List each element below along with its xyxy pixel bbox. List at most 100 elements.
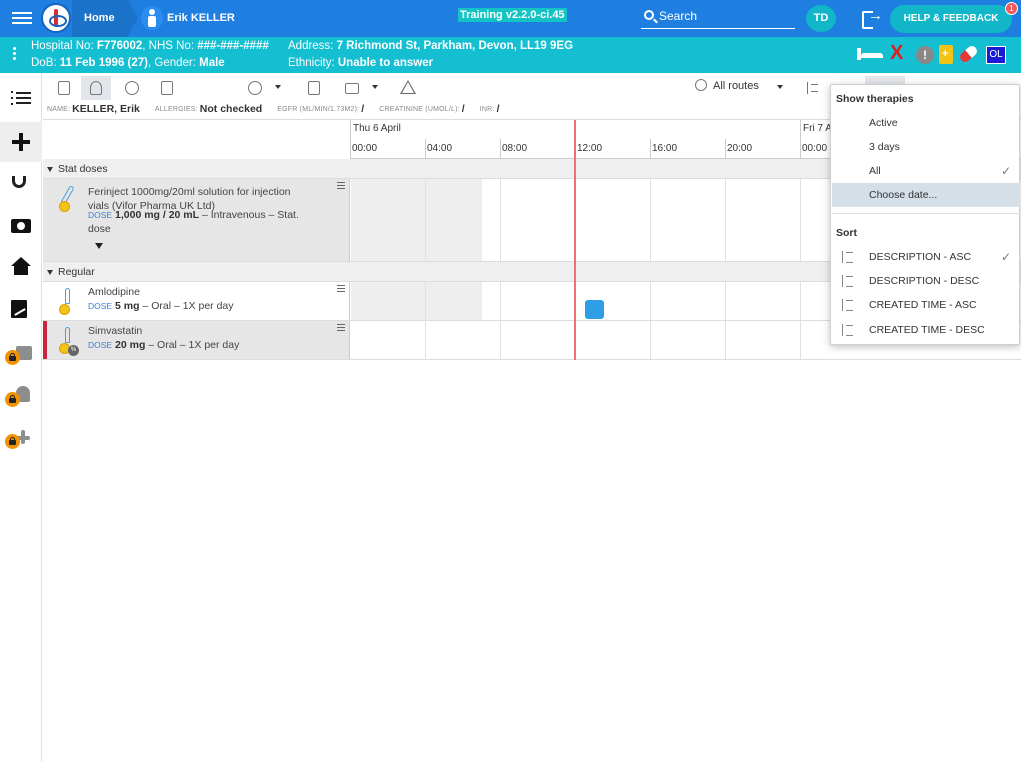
pill-icon[interactable]: [958, 44, 979, 64]
print-icon: [345, 83, 359, 94]
nav-item-sign[interactable]: [0, 290, 42, 330]
signature-icon: [11, 300, 27, 318]
nav-item-add[interactable]: [0, 122, 42, 162]
row-menu-icon[interactable]: [337, 182, 345, 190]
logout-icon[interactable]: [862, 7, 883, 29]
add-medication-caret-icon[interactable]: [275, 85, 281, 89]
search-icon: [644, 10, 654, 20]
nav-item-locked-mobility[interactable]: [0, 374, 42, 414]
address-value: 7 Richmond St, Parkham, Devon, LL19 9EG: [336, 40, 574, 52]
home-icon: [11, 257, 31, 275]
scheduled-administration[interactable]: [585, 300, 604, 319]
show-option-active[interactable]: Active: [832, 111, 1020, 135]
row-menu-icon[interactable]: [337, 324, 345, 332]
hour-divider: [425, 139, 426, 159]
section-regular-label: Regular: [58, 266, 95, 278]
gender-value: Male: [199, 57, 225, 69]
breadcrumb-patient[interactable]: Erik KELLER: [167, 0, 235, 37]
plus-icon: [11, 132, 31, 152]
medication-name: Simvastatin: [88, 325, 143, 337]
build-version-badge: Training v2.2.0-ci.45: [458, 8, 567, 22]
toolbar-add-order-button[interactable]: [299, 76, 329, 100]
add-medication-icon: [248, 81, 262, 95]
print-caret-icon[interactable]: [372, 85, 378, 89]
medication-info-cell[interactable]: % Simvastatin DOSE 20 mg – Oral – 1X per…: [43, 321, 350, 359]
timeline-gridline: [500, 282, 501, 320]
hospital-no-label: Hospital No:: [31, 40, 97, 52]
sort-option-created-desc[interactable]: CREATED TIME - DESC: [832, 318, 1020, 342]
show-option-choose-date[interactable]: Choose date...: [832, 183, 1020, 207]
toolbar-protocol-button[interactable]: [116, 76, 146, 100]
dose-details: – Oral – 1X per day: [139, 300, 234, 312]
vitals-egfr-label: EGFR (ML/MIN/1.73M2):: [277, 105, 360, 113]
add-order-icon: [308, 81, 320, 95]
chart-view-icon: [58, 81, 70, 95]
medication-info-cell[interactable]: Ferinject 1000mg/20ml solution for injec…: [43, 179, 350, 261]
sort-option-created-asc[interactable]: CREATED TIME - ASC: [832, 293, 1020, 317]
nav-item-locked-medical[interactable]: [0, 416, 42, 456]
injection-icon: [57, 185, 79, 212]
row-menu-icon[interactable]: [337, 285, 345, 293]
sort-option-description-asc[interactable]: DESCRIPTION - ASC ✓: [832, 245, 1020, 269]
help-feedback-button[interactable]: HELP & FEEDBACK: [890, 5, 1012, 33]
toolbar-print-button[interactable]: [336, 76, 366, 100]
ol-badge-icon[interactable]: OL: [986, 46, 1006, 64]
nav-item-camera[interactable]: [0, 206, 42, 246]
show-option-3-days[interactable]: 3 days: [832, 135, 1020, 159]
clipboard-plus-icon[interactable]: [939, 45, 953, 64]
show-option-all[interactable]: All ✓: [832, 159, 1020, 183]
timeline-gridline: [650, 321, 651, 359]
breadcrumb-home[interactable]: Home: [72, 0, 138, 37]
hour-label: 16:00: [652, 143, 678, 154]
dose-amount: 1,000 mg / 20 mL: [115, 209, 200, 221]
infusion-icon: [90, 81, 102, 95]
nav-item-home[interactable]: [0, 248, 42, 288]
top-bar: Home Erik KELLER Training v2.2.0-ci.45 S…: [0, 0, 1021, 37]
lock-icon: [5, 392, 20, 407]
expand-caret-icon[interactable]: [95, 243, 103, 249]
hour-divider: [500, 139, 501, 159]
toolbar-document-button[interactable]: [152, 76, 182, 100]
user-avatar[interactable]: TD: [806, 5, 836, 32]
sort-icon[interactable]: [807, 82, 818, 94]
medication-name: Amlodipine: [88, 286, 140, 298]
routes-filter-label: All routes: [713, 80, 759, 92]
day-label-thu: Thu 6 April: [353, 123, 401, 134]
dose-label: DOSE: [88, 210, 113, 220]
medical-plus-icon-vertical: [21, 430, 25, 444]
day-divider: [800, 120, 801, 159]
toolbar-infusion-view-button[interactable]: [81, 76, 111, 100]
day-label-fri: Fri 7 A: [803, 123, 832, 134]
timeline-gridline: [500, 179, 501, 261]
hospital-no-value: F776002: [96, 40, 143, 52]
dose-amount: 20 mg: [115, 339, 146, 351]
warning-icon[interactable]: [400, 80, 416, 94]
timeline-gridline: [725, 282, 726, 320]
banner-ethnicity-line: Ethnicity: Unable to answer: [288, 57, 433, 69]
patient-banner: Hospital No: F776002, NHS No: ###-###-##…: [0, 37, 1021, 73]
bed-icon[interactable]: [857, 48, 883, 60]
toolbar-add-medication-button[interactable]: [239, 76, 269, 100]
medication-info-cell[interactable]: Amlodipine DOSE 5 mg – Oral – 1X per day: [43, 282, 350, 320]
hour-label: 00:00: [802, 143, 828, 154]
sort-time-desc-icon: [840, 323, 854, 337]
sort-time-asc-icon: [840, 298, 854, 312]
alert-icon[interactable]: !: [916, 46, 934, 64]
vitals-name-label: NAME:: [47, 105, 71, 113]
toolbar-chart-view-button[interactable]: [49, 76, 79, 100]
nav-item-list[interactable]: [0, 79, 42, 119]
sort-option-description-desc[interactable]: DESCRIPTION - DESC: [832, 269, 1020, 293]
timeline-gridline: [650, 282, 651, 320]
routes-caret-icon[interactable]: [777, 85, 783, 89]
app-logo-icon[interactable]: [41, 3, 71, 33]
hamburger-menu-icon[interactable]: [12, 9, 32, 27]
search-input[interactable]: Search: [641, 4, 795, 29]
routes-filter-select[interactable]: All routes: [695, 79, 759, 92]
no-allergy-info-icon[interactable]: X: [890, 43, 903, 63]
banner-more-icon[interactable]: [13, 47, 16, 62]
dob-label: DoB:: [31, 57, 60, 69]
nav-item-clinical[interactable]: [0, 164, 42, 204]
nhs-no-label: , NHS No:: [142, 40, 198, 52]
medication-dose: DOSE 20 mg – Oral – 1X per day: [88, 338, 318, 352]
nav-item-locked-clipboard[interactable]: [0, 332, 42, 372]
